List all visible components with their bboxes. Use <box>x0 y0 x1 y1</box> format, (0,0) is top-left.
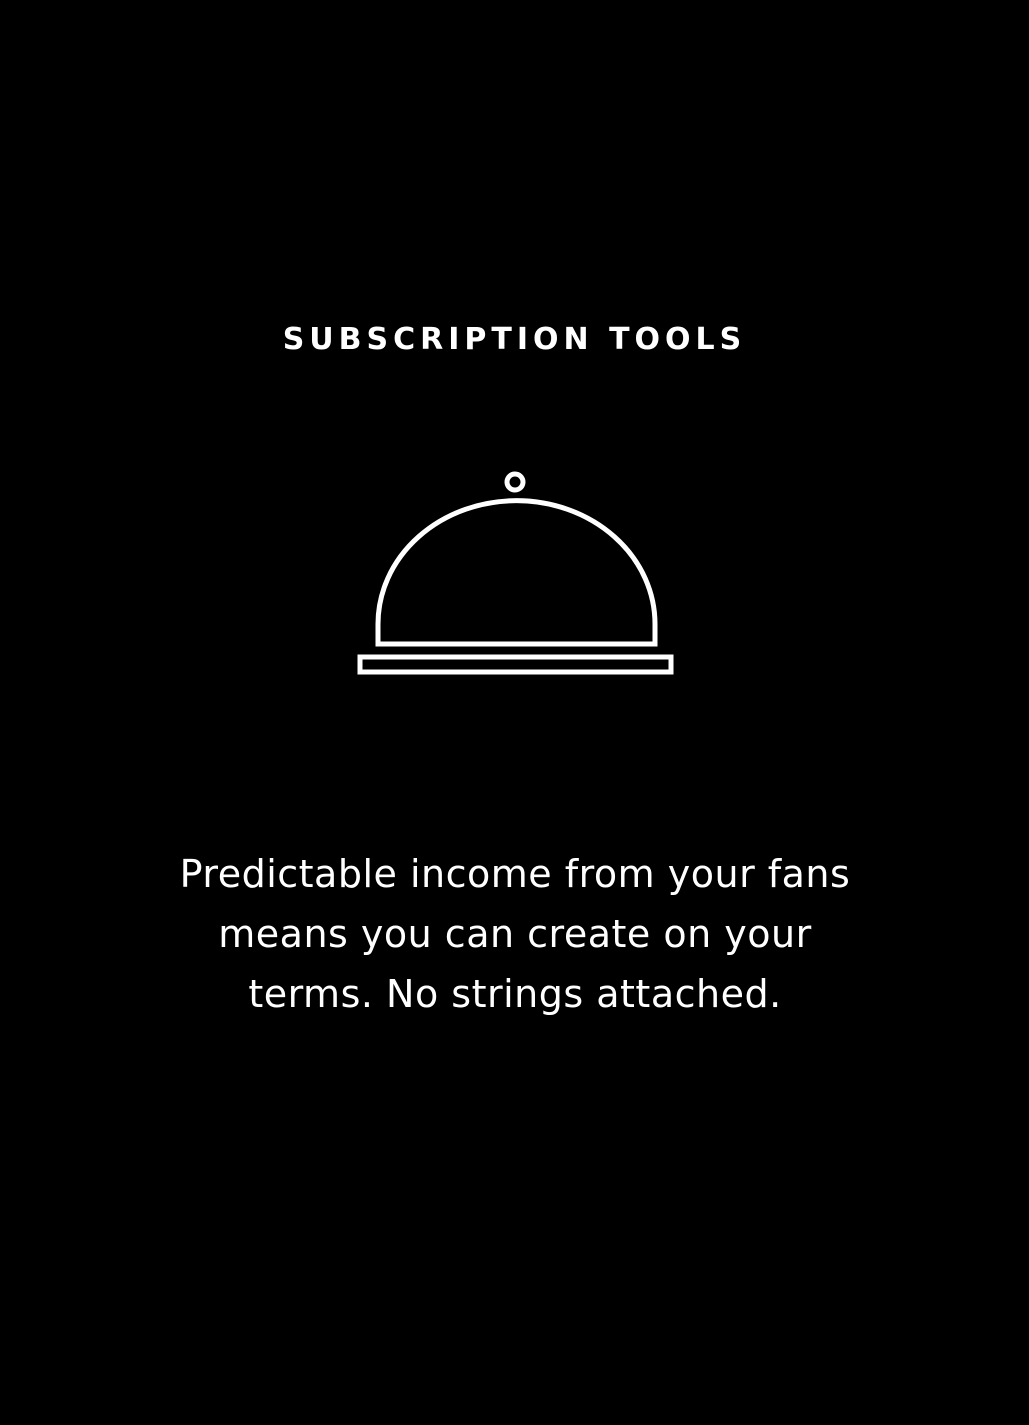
subscription-tools-screen: SUBSCRIPTION TOOLS Predictable income fr… <box>0 0 1029 1425</box>
feature-description: Predictable income from your fans means … <box>110 844 920 1024</box>
section-title: SUBSCRIPTION TOOLS <box>282 322 747 357</box>
description-line: means you can create on your <box>218 912 812 956</box>
serving-cloche-icon <box>355 466 675 678</box>
description-line: terms. No strings attached. <box>248 972 782 1016</box>
description-line: Predictable income from your fans <box>179 852 851 896</box>
